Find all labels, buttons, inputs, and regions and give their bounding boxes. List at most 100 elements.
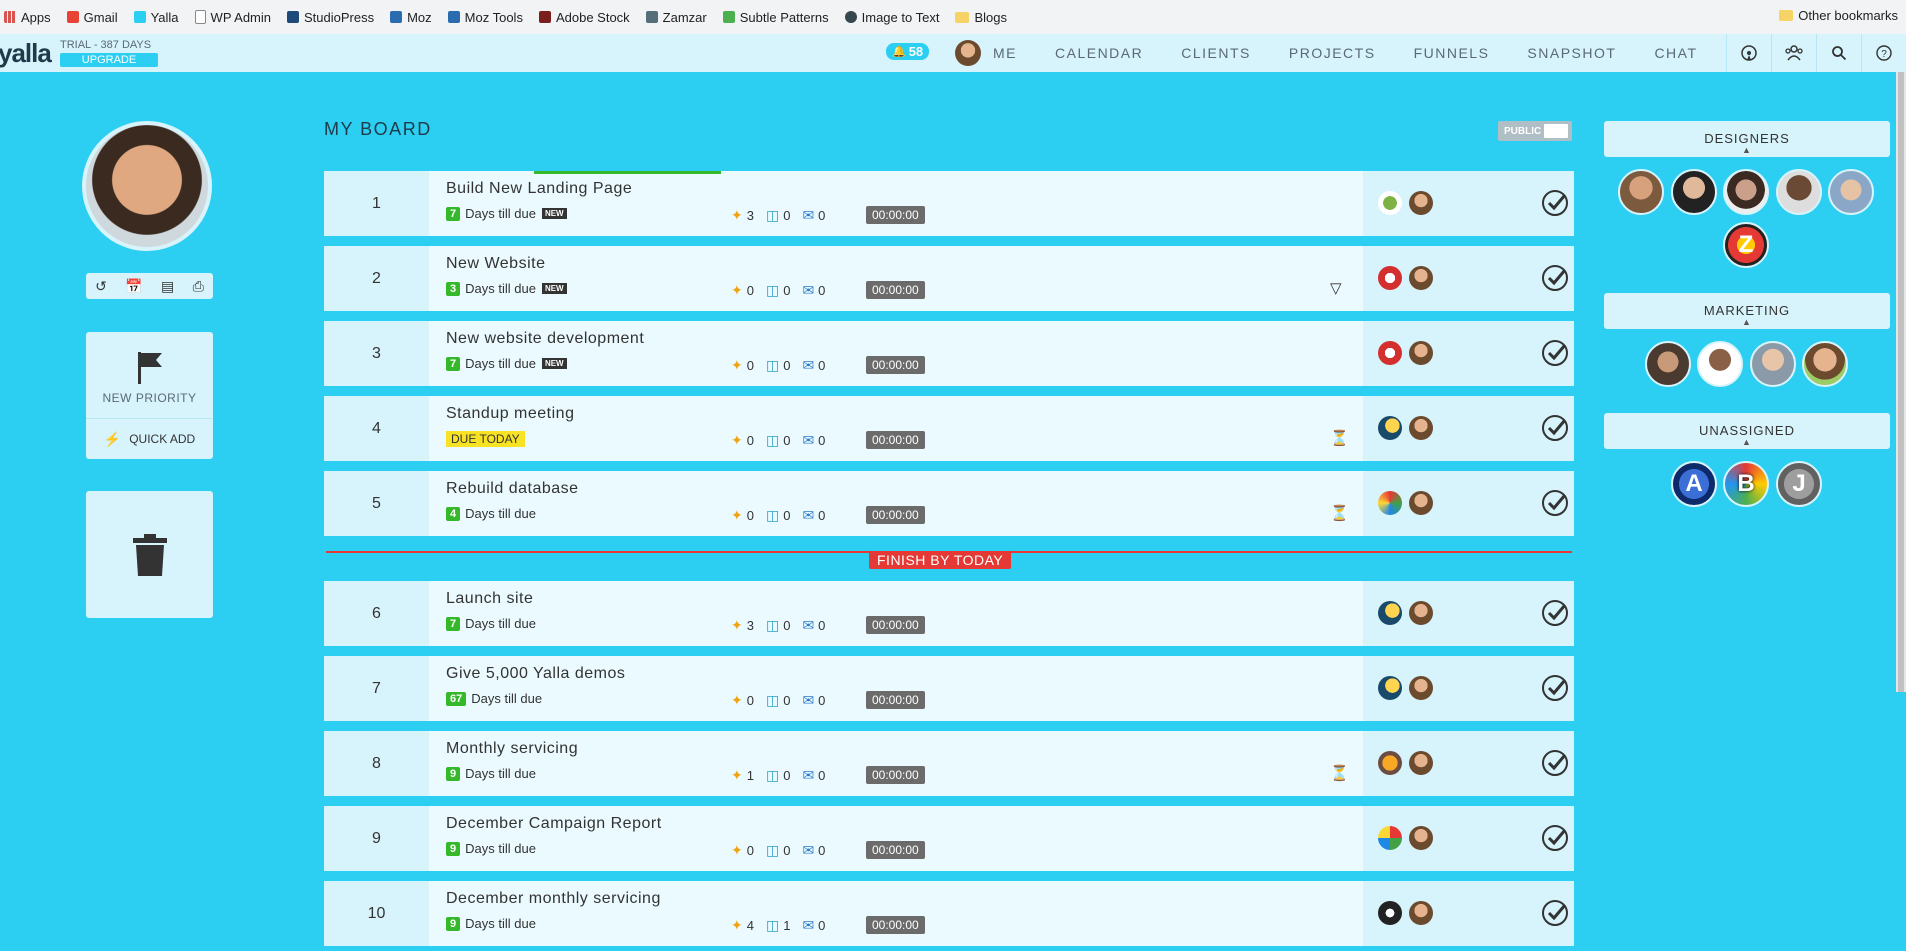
public-toggle[interactable]: PUBLIC — [1498, 121, 1572, 141]
bookmark-moz-tools[interactable]: Moz Tools — [447, 10, 523, 25]
member-avatar[interactable] — [1750, 341, 1796, 387]
task-number[interactable]: 2 — [324, 246, 429, 311]
task-row[interactable]: 2 New Website 3 Days till due NEW ✦ 0 ◫ 0 ✉ 0 00:00… — [324, 246, 1574, 311]
pin-icon[interactable]: ✦ — [731, 842, 743, 859]
file-add-icon[interactable]: ◫ — [766, 617, 779, 634]
bookmark-other[interactable]: Other bookmarks — [1779, 8, 1898, 23]
assignee-avatar[interactable] — [1409, 601, 1433, 625]
client-logo[interactable] — [1378, 341, 1402, 365]
nav-calendar[interactable]: CALENDAR — [1055, 45, 1143, 61]
nav-snapshot[interactable]: SNAPSHOT — [1527, 45, 1616, 61]
task-row[interactable]: 4 Standup meeting DUE TODAY ✦ 0 ◫ 0 ✉ 0 00:00:00 ⏳ — [324, 396, 1574, 461]
bookmark-studiopress[interactable]: StudioPress — [287, 10, 374, 25]
client-logo[interactable] — [1378, 416, 1402, 440]
trash-drop-zone[interactable] — [86, 491, 213, 618]
client-logo[interactable] — [1378, 491, 1402, 515]
file-add-icon[interactable]: ◫ — [766, 507, 779, 524]
print-icon[interactable]: ⎙ — [193, 278, 204, 295]
task-title[interactable]: Launch site — [446, 590, 533, 608]
assignee-avatar[interactable] — [1409, 416, 1433, 440]
task-number[interactable]: 3 — [324, 321, 429, 386]
assignee-avatar[interactable] — [1409, 266, 1433, 290]
user-avatar[interactable] — [955, 40, 981, 66]
notifications-badge[interactable]: 🔔 58 — [886, 43, 930, 60]
upgrade-button[interactable]: UPGRADE — [60, 53, 158, 67]
nav-funnels[interactable]: FUNNELS — [1414, 45, 1490, 61]
scrollbar[interactable] — [1896, 72, 1906, 692]
file-add-icon[interactable]: ◫ — [766, 207, 779, 224]
task-row[interactable]: 5 Rebuild database 4 Days till due ✦ 0 ◫ 0 ✉ 0 00:… — [324, 471, 1574, 536]
comment-icon[interactable]: ✉ — [802, 842, 814, 859]
task-title[interactable]: New Website — [446, 255, 545, 273]
nav-me[interactable]: ME — [993, 45, 1017, 61]
task-body[interactable]: Build New Landing Page 7 Days till due NEW ✦… — [429, 171, 1363, 236]
task-number[interactable]: 9 — [324, 806, 429, 871]
task-body[interactable]: Launch site 7 Days till due ✦ 3 ◫ 0 ✉ 0 00:00:00 — [429, 581, 1363, 646]
task-body[interactable]: New website development 7 Days till due NEW… — [429, 321, 1363, 386]
task-body[interactable]: December monthly servicing 9 Days till due… — [429, 881, 1363, 946]
bookmark-apps[interactable]: Apps — [4, 10, 51, 25]
task-body[interactable]: Give 5,000 Yalla demos 67 Days till due ✦ 0 ◫… — [429, 656, 1363, 721]
assignee-avatar[interactable] — [1409, 191, 1433, 215]
bookmark-yalla[interactable]: Yalla — [133, 10, 179, 25]
file-add-icon[interactable]: ◫ — [766, 282, 779, 299]
task-title[interactable]: Monthly servicing — [446, 740, 578, 758]
pin-icon[interactable]: ✦ — [731, 617, 743, 634]
file-add-icon[interactable]: ◫ — [766, 357, 779, 374]
bookmark-gmail[interactable]: Gmail — [66, 10, 118, 25]
complete-check-icon[interactable] — [1541, 674, 1569, 702]
pin-icon[interactable]: ✦ — [731, 767, 743, 784]
task-number[interactable]: 8 — [324, 731, 429, 796]
task-timer[interactable]: 00:00:00 — [866, 431, 925, 449]
task-timer[interactable]: 00:00:00 — [866, 506, 925, 524]
pin-icon[interactable]: ✦ — [731, 207, 743, 224]
task-body[interactable]: December Campaign Report 9 Days till due ✦ 0… — [429, 806, 1363, 871]
complete-check-icon[interactable] — [1541, 339, 1569, 367]
comment-icon[interactable]: ✉ — [802, 207, 814, 224]
member-avatar[interactable] — [1697, 341, 1743, 387]
task-timer[interactable]: 00:00:00 — [866, 841, 925, 859]
client-logo[interactable] — [1378, 751, 1402, 775]
task-timer[interactable]: 00:00:00 — [866, 691, 925, 709]
file-add-icon[interactable]: ◫ — [766, 917, 779, 934]
member-avatar[interactable] — [1776, 169, 1822, 215]
comment-icon[interactable]: ✉ — [802, 432, 814, 449]
task-timer[interactable]: 00:00:00 — [866, 206, 925, 224]
nav-chat[interactable]: CHAT — [1654, 45, 1697, 61]
overdue-clock-icon[interactable]: ⏳ — [1330, 429, 1349, 447]
toggle-switch[interactable] — [1544, 124, 1568, 138]
member-avatar[interactable] — [1828, 169, 1874, 215]
task-row[interactable]: 10 December monthly servicing 9 Days till d… — [324, 881, 1574, 946]
member-avatar[interactable]: J — [1776, 461, 1822, 507]
help-icon[interactable]: ? — [1861, 34, 1906, 72]
assignee-avatar[interactable] — [1409, 751, 1433, 775]
search-icon[interactable] — [1816, 34, 1861, 72]
bookmark-zamzar[interactable]: Zamzar — [645, 10, 707, 25]
group-unassigned[interactable]: UNASSIGNED ▲ — [1604, 413, 1890, 449]
assignee-avatar[interactable] — [1409, 676, 1433, 700]
task-number[interactable]: 7 — [324, 656, 429, 721]
overdue-clock-icon[interactable]: ⏳ — [1330, 764, 1349, 782]
task-row[interactable]: 6 Launch site 7 Days till due ✦ 3 ◫ 0 ✉ 0 00:00:00 — [324, 581, 1574, 646]
task-title[interactable]: New website development — [446, 330, 644, 348]
scrollbar-thumb[interactable] — [1898, 72, 1904, 692]
nav-clients[interactable]: CLIENTS — [1181, 45, 1251, 61]
task-number[interactable]: 1 — [324, 171, 429, 236]
task-number[interactable]: 4 — [324, 396, 429, 461]
comment-icon[interactable]: ✉ — [802, 767, 814, 784]
pin-icon[interactable]: ✦ — [731, 357, 743, 374]
client-logo[interactable] — [1378, 676, 1402, 700]
member-avatar[interactable]: Z — [1723, 222, 1769, 268]
yalla-logo[interactable]: yalla — [0, 38, 52, 69]
file-add-icon[interactable]: ◫ — [766, 842, 779, 859]
client-logo[interactable] — [1378, 191, 1402, 215]
client-logo[interactable] — [1378, 601, 1402, 625]
group-marketing[interactable]: MARKETING ▲ — [1604, 293, 1890, 329]
task-title[interactable]: December Campaign Report — [446, 815, 662, 833]
task-row[interactable]: 3 New website development 7 Days till due NE… — [324, 321, 1574, 386]
complete-check-icon[interactable] — [1541, 824, 1569, 852]
pin-icon[interactable]: ✦ — [731, 282, 743, 299]
comment-icon[interactable]: ✉ — [802, 282, 814, 299]
nav-projects[interactable]: PROJECTS — [1289, 45, 1376, 61]
complete-check-icon[interactable] — [1541, 414, 1569, 442]
